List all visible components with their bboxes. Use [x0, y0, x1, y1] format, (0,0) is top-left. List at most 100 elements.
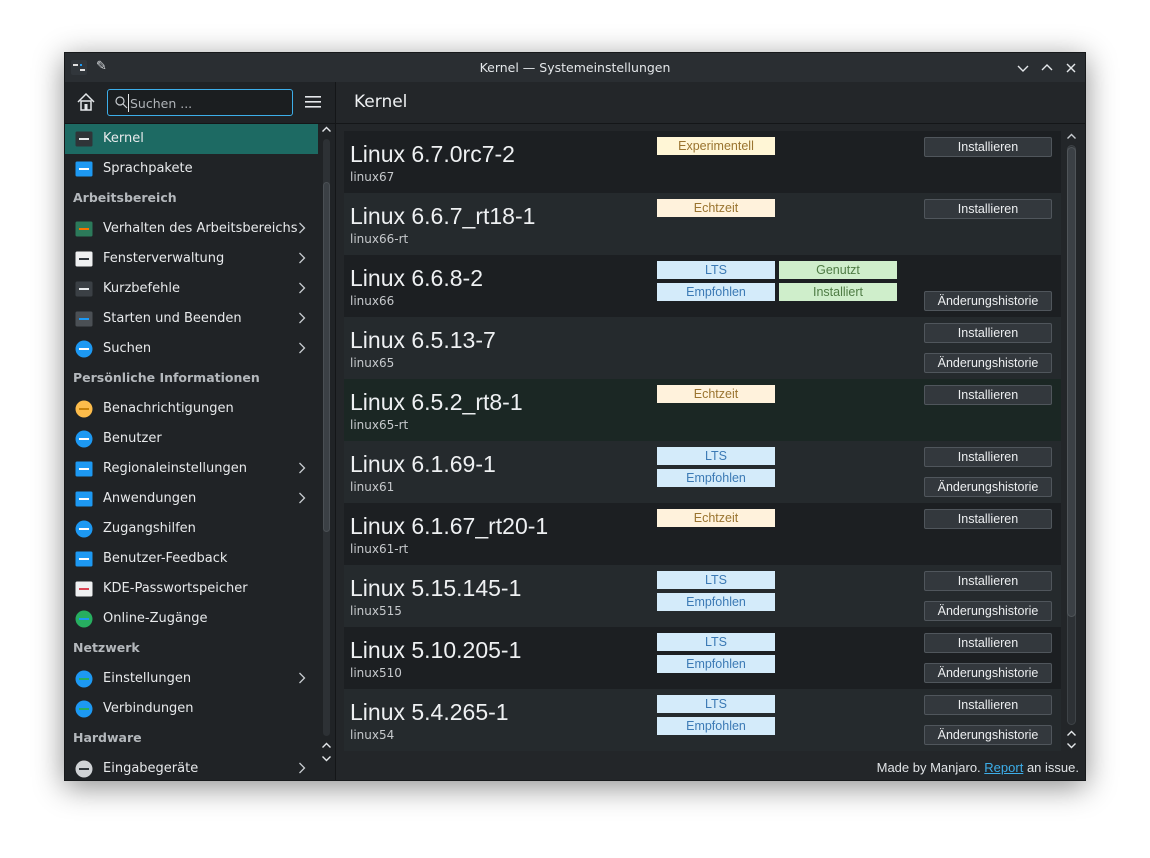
scroll-up-icon[interactable]	[321, 740, 332, 751]
sidebar-item-label: Anwendungen	[103, 491, 197, 506]
sidebar-item[interactable]: Kernel	[65, 124, 318, 154]
sidebar-header	[65, 82, 335, 124]
kernel-badge-rec: Empfohlen	[657, 655, 775, 673]
scrollbar-thumb[interactable]	[1067, 147, 1076, 617]
sidebar-item[interactable]: KDE-Passwortspeicher	[65, 574, 318, 604]
chevron-right-icon	[299, 222, 306, 234]
scroll-up-icon[interactable]	[1066, 728, 1077, 739]
sidebar-item[interactable]: Verhalten des Arbeitsbereichs	[65, 214, 318, 244]
changelog-button[interactable]: Änderungshistorie	[924, 601, 1052, 621]
minimize-button[interactable]	[1015, 60, 1031, 76]
sidebar-item[interactable]: Eingabegeräte	[65, 754, 318, 780]
sidebar-item-label: Fensterverwaltung	[103, 251, 225, 266]
changelog-button[interactable]: Änderungshistorie	[924, 291, 1052, 311]
kernel-row: Linux 6.7.0rc7-2 linux67 Experimentell Inst…	[344, 131, 1061, 193]
sidebar-item[interactable]: Online-Zugänge	[65, 604, 318, 634]
workspace-behavior-icon	[75, 221, 93, 237]
kernel-name: Linux 6.1.69-1	[350, 451, 496, 477]
chevron-right-icon	[299, 462, 306, 474]
changelog-button[interactable]: Änderungshistorie	[924, 477, 1052, 497]
scroll-up-icon[interactable]	[1066, 131, 1077, 142]
sidebar-item[interactable]: Regionaleinstellungen	[65, 454, 318, 484]
kernel-list: Linux 6.7.0rc7-2 linux67 Experimentell Inst…	[344, 131, 1061, 751]
install-button[interactable]: Installieren	[924, 199, 1052, 219]
feedback-icon	[75, 551, 93, 567]
search-icon	[115, 96, 128, 109]
main-panel: Kernel Linux 6.7.0rc7-2 linux67 Experiment…	[336, 82, 1085, 780]
startup-shutdown-icon	[75, 311, 93, 327]
chevron-right-icon	[299, 492, 306, 504]
regional-settings-icon	[75, 461, 93, 477]
sidebar-item[interactable]: Suchen	[65, 334, 318, 364]
kernel-package: linux67	[350, 170, 395, 184]
kernel-badge-lts: LTS	[657, 447, 775, 465]
install-button[interactable]: Installieren	[924, 695, 1052, 715]
install-button[interactable]: Installieren	[924, 323, 1052, 343]
hamburger-menu-icon[interactable]	[305, 95, 321, 109]
sidebar: Kernel Sprachpakete Arbeitsbereich Verhalte…	[65, 82, 336, 780]
sidebar-item-label: KDE-Passwortspeicher	[103, 581, 248, 596]
sidebar-item[interactable]: Anwendungen	[65, 484, 318, 514]
sidebar-item[interactable]: Benachrichtigungen	[65, 394, 318, 424]
sidebar-scrollbar[interactable]	[318, 124, 335, 780]
install-button[interactable]: Installieren	[924, 633, 1052, 653]
kernel-badge-rec: Empfohlen	[657, 717, 775, 735]
sidebar-section-header: Netzwerk	[73, 640, 310, 660]
kernel-name: Linux 6.1.67_rt20-1	[350, 513, 549, 539]
scrollbar-thumb[interactable]	[323, 182, 330, 532]
sidebar-item[interactable]: Benutzer-Feedback	[65, 544, 318, 574]
sidebar-item-label: Verbindungen	[103, 701, 194, 716]
maximize-button[interactable]	[1039, 60, 1055, 76]
search-box[interactable]	[107, 89, 293, 116]
network-globe-icon	[75, 670, 93, 688]
sidebar-section-header: Hardware	[73, 730, 310, 750]
footer-text-suffix: an issue.	[1026, 760, 1079, 775]
changelog-button[interactable]: Änderungshistorie	[924, 725, 1052, 745]
install-button[interactable]: Installieren	[924, 385, 1052, 405]
kernel-badge-rec: Empfohlen	[657, 469, 775, 487]
kernel-badge-rt: Echtzeit	[657, 199, 775, 217]
search-input[interactable]	[128, 94, 286, 112]
sidebar-item[interactable]: Einstellungen	[65, 664, 318, 694]
sidebar-item[interactable]: Sprachpakete	[65, 154, 318, 184]
sidebar-item-label: Starten und Beenden	[103, 311, 242, 326]
sidebar-item[interactable]: Benutzer	[65, 424, 318, 454]
chevron-right-icon	[299, 312, 306, 324]
kernel-name: Linux 5.10.205-1	[350, 637, 522, 663]
kernel-badge-lts: LTS	[657, 633, 775, 651]
sidebar-item[interactable]: Starten und Beenden	[65, 304, 318, 334]
scroll-up-icon[interactable]	[321, 124, 332, 135]
page-title: Kernel	[354, 92, 408, 112]
changelog-button[interactable]: Änderungshistorie	[924, 663, 1052, 683]
section-title: Persönliche Informationen	[73, 370, 260, 385]
chevron-right-icon	[299, 672, 306, 684]
scroll-down-icon[interactable]	[321, 753, 332, 764]
install-button[interactable]: Installieren	[924, 509, 1052, 529]
close-button[interactable]	[1063, 60, 1079, 76]
sidebar-item[interactable]: Kurzbefehle	[65, 274, 318, 304]
chevron-right-icon	[299, 762, 306, 774]
changelog-button[interactable]: Änderungshistorie	[924, 353, 1052, 373]
sidebar-item-label: Suchen	[103, 341, 152, 356]
kernel-row: Linux 6.6.8-2 linux66 LTS Empfohlen Genutzt I…	[344, 255, 1061, 317]
sidebar-item[interactable]: Zugangshilfen	[65, 514, 318, 544]
install-button[interactable]: Installieren	[924, 137, 1052, 157]
kernel-badge-rec: Empfohlen	[657, 593, 775, 611]
input-devices-icon	[75, 760, 93, 778]
search-settings-icon	[75, 340, 93, 358]
kernel-badge-lts: LTS	[657, 695, 775, 713]
report-link[interactable]: Report	[984, 760, 1023, 775]
footer: Made by Manjaro. Report an issue.	[877, 760, 1079, 775]
window-title: Kernel — Systemeinstellungen	[479, 60, 671, 75]
sidebar-item[interactable]: Fensterverwaltung	[65, 244, 318, 274]
kernel-row: Linux 5.10.205-1 linux510 LTS Empfohlen Inst…	[344, 627, 1061, 689]
home-icon[interactable]	[75, 91, 97, 113]
install-button[interactable]: Installieren	[924, 571, 1052, 591]
kernel-list-scrollbar[interactable]	[1064, 131, 1079, 753]
install-button[interactable]: Installieren	[924, 447, 1052, 467]
chevron-right-icon	[299, 252, 306, 264]
sidebar-item[interactable]: Verbindungen	[65, 694, 318, 724]
kernel-icon	[75, 131, 93, 147]
wallet-icon	[75, 581, 93, 597]
scroll-down-icon[interactable]	[1066, 740, 1077, 751]
